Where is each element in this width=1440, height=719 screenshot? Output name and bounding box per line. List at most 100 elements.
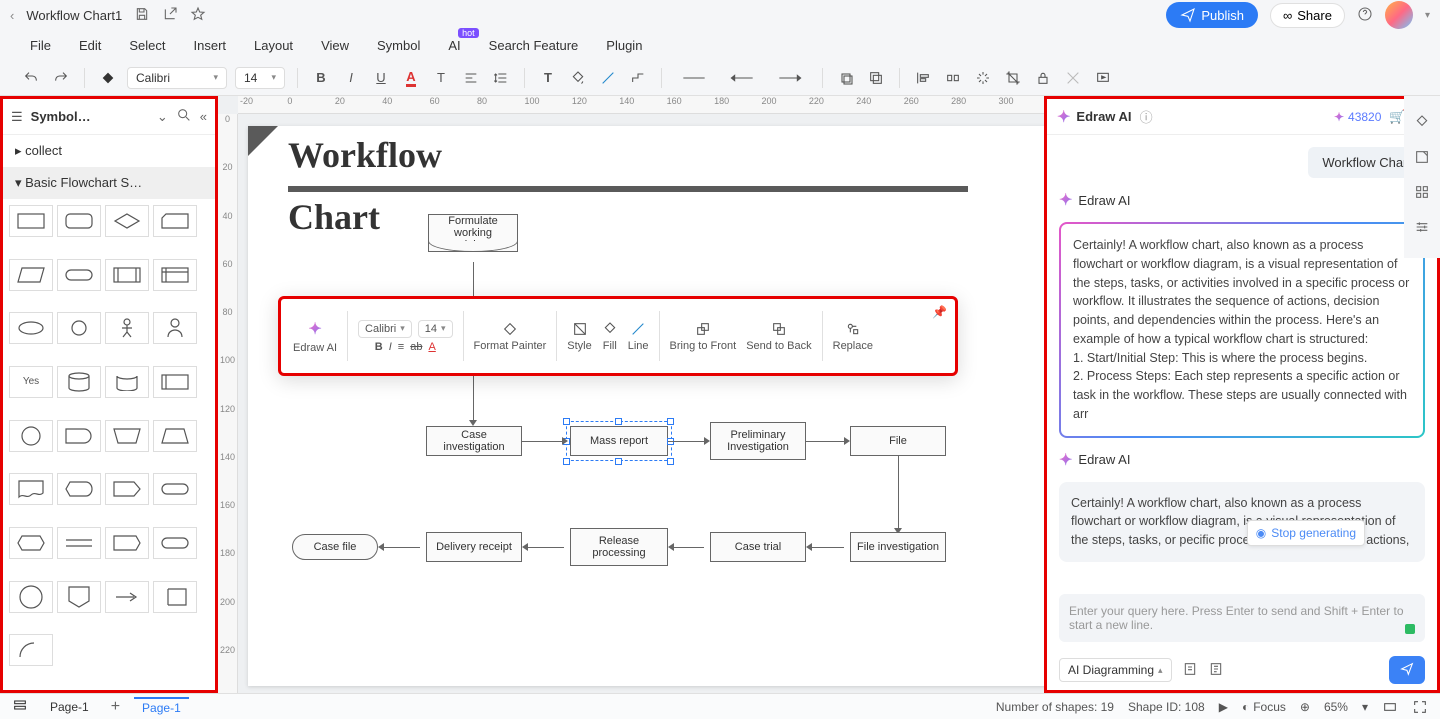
menu-insert[interactable]: Insert	[194, 38, 227, 53]
selection-handle[interactable]	[615, 418, 622, 425]
node-file-investigation[interactable]: File investigation	[850, 532, 946, 562]
save-icon[interactable]	[134, 6, 150, 25]
node-file[interactable]: File	[850, 426, 946, 456]
menu-plugin[interactable]: Plugin	[606, 38, 642, 53]
shape-actor[interactable]	[105, 312, 149, 344]
page-select[interactable]: Page-1	[42, 698, 97, 716]
align-left-icon[interactable]	[912, 67, 934, 89]
shape-display[interactable]	[57, 473, 101, 505]
ctx-italic-icon[interactable]: I	[389, 341, 392, 353]
font-size-select[interactable]: 14▾	[235, 67, 285, 89]
node-case-trial[interactable]: Case trial	[710, 532, 806, 562]
shape-cylinder[interactable]	[57, 366, 101, 398]
shape-pentagon[interactable]	[105, 473, 149, 505]
page-tab[interactable]: Page-1	[134, 697, 189, 717]
shape-rectangle[interactable]	[9, 205, 53, 237]
ctx-font-select[interactable]: Calibri▾	[358, 320, 412, 338]
shape-stadium[interactable]	[153, 473, 197, 505]
shape-stored-data[interactable]	[153, 366, 197, 398]
menu-file[interactable]: File	[30, 38, 51, 53]
selection-handle[interactable]	[667, 418, 674, 425]
menu-search-feature[interactable]: Search Feature	[489, 38, 579, 53]
shape-circle2[interactable]	[9, 420, 53, 452]
menu-layout[interactable]: Layout	[254, 38, 293, 53]
ai-mode-select[interactable]: AI Diagramming▴	[1059, 658, 1172, 682]
shape-delay[interactable]	[57, 420, 101, 452]
shadow-icon[interactable]	[835, 67, 857, 89]
menu-ai[interactable]: AIhot	[448, 38, 460, 53]
menu-select[interactable]: Select	[129, 38, 165, 53]
selection-handle[interactable]	[563, 458, 570, 465]
ctx-send-back[interactable]: Send to Back	[746, 321, 811, 352]
ctx-font-color-icon[interactable]: A	[428, 341, 435, 353]
stop-generating-button[interactable]: ◉Stop generating	[1247, 520, 1365, 546]
ctx-style[interactable]: Style	[567, 321, 591, 352]
selection-handle[interactable]	[615, 458, 622, 465]
shape-trapezoid[interactable]	[153, 420, 197, 452]
arrow-end-icon[interactable]	[770, 67, 810, 89]
search-icon[interactable]	[176, 107, 192, 126]
shape-user[interactable]	[153, 312, 197, 344]
shape-pill[interactable]	[153, 527, 197, 559]
node-formulate[interactable]: Formulate working opinions	[428, 214, 518, 252]
page-list-icon[interactable]	[12, 697, 28, 716]
shape-internal-storage[interactable]	[153, 259, 197, 291]
shape-arrow[interactable]	[105, 581, 149, 613]
shape-document[interactable]	[9, 473, 53, 505]
ctx-bring-front[interactable]: Bring to Front	[670, 321, 737, 352]
text-tool-icon[interactable]: T	[537, 67, 559, 89]
ai-doc-icon[interactable]	[1208, 661, 1224, 680]
menu-view[interactable]: View	[321, 38, 349, 53]
shape-arc[interactable]	[9, 634, 53, 666]
shape-decision-yes[interactable]: Yes	[9, 366, 53, 398]
node-case-investigation[interactable]: Case investigation	[426, 426, 522, 456]
ai-help-icon[interactable]: ⓘ	[1140, 107, 1153, 126]
ctx-strikethrough-icon[interactable]: ab	[410, 341, 422, 353]
canvas-area[interactable]: -200204060801001201401601802002202402602…	[218, 96, 1044, 693]
ai-attach-icon[interactable]	[1182, 661, 1198, 680]
publish-button[interactable]: Publish	[1166, 2, 1258, 28]
node-mass-report[interactable]: Mass report	[570, 426, 668, 456]
effects-icon[interactable]	[972, 67, 994, 89]
line-color-icon[interactable]	[597, 67, 619, 89]
ctx-align-icon[interactable]: ≡	[398, 341, 404, 353]
menu-edit[interactable]: Edit	[79, 38, 101, 53]
format-painter-icon[interactable]	[97, 67, 119, 89]
shape-offpage[interactable]	[105, 527, 149, 559]
shape-parallel-lines[interactable]	[57, 527, 101, 559]
ctx-bold-icon[interactable]: B	[375, 341, 383, 353]
shape-hexagon[interactable]	[9, 527, 53, 559]
line-style-icon[interactable]	[674, 67, 714, 89]
shape-predefined[interactable]	[105, 259, 149, 291]
avatar[interactable]	[1385, 1, 1413, 29]
fullscreen-icon[interactable]	[1412, 699, 1428, 715]
star-icon[interactable]	[190, 6, 206, 25]
ctx-edraw-ai[interactable]: ✦ Edraw AI	[293, 319, 337, 354]
add-page-button[interactable]: +	[111, 698, 120, 716]
ctx-format-painter[interactable]: Format Painter	[474, 321, 547, 352]
pin-icon[interactable]: 📌	[932, 305, 947, 319]
shape-card[interactable]	[153, 205, 197, 237]
play-icon[interactable]: ▶	[1219, 700, 1228, 714]
arrow-start-icon[interactable]	[722, 67, 762, 89]
shape-annotation[interactable]	[153, 581, 197, 613]
distribute-icon[interactable]	[942, 67, 964, 89]
connector-icon[interactable]	[627, 67, 649, 89]
node-release-processing[interactable]: Release processing	[570, 528, 668, 566]
shape-offpage-down[interactable]	[57, 581, 101, 613]
shape-terminator[interactable]	[57, 259, 101, 291]
undo-icon[interactable]	[20, 67, 42, 89]
shape-ellipse[interactable]	[9, 312, 53, 344]
settings-icon[interactable]	[1414, 219, 1430, 238]
ctx-size-select[interactable]: 14▾	[418, 320, 453, 338]
font-select[interactable]: Calibri▾	[127, 67, 227, 89]
align-icon[interactable]	[460, 67, 482, 89]
node-delivery-receipt[interactable]: Delivery receipt	[426, 532, 522, 562]
redo-icon[interactable]	[50, 67, 72, 89]
italic-icon[interactable]: I	[340, 67, 362, 89]
ctx-line[interactable]: Line	[628, 321, 649, 352]
node-prelim-investigation[interactable]: Preliminary Investigation	[710, 422, 806, 460]
shape-database[interactable]	[105, 366, 149, 398]
help-icon[interactable]	[1357, 6, 1373, 25]
font-color-icon[interactable]: A	[400, 67, 422, 89]
